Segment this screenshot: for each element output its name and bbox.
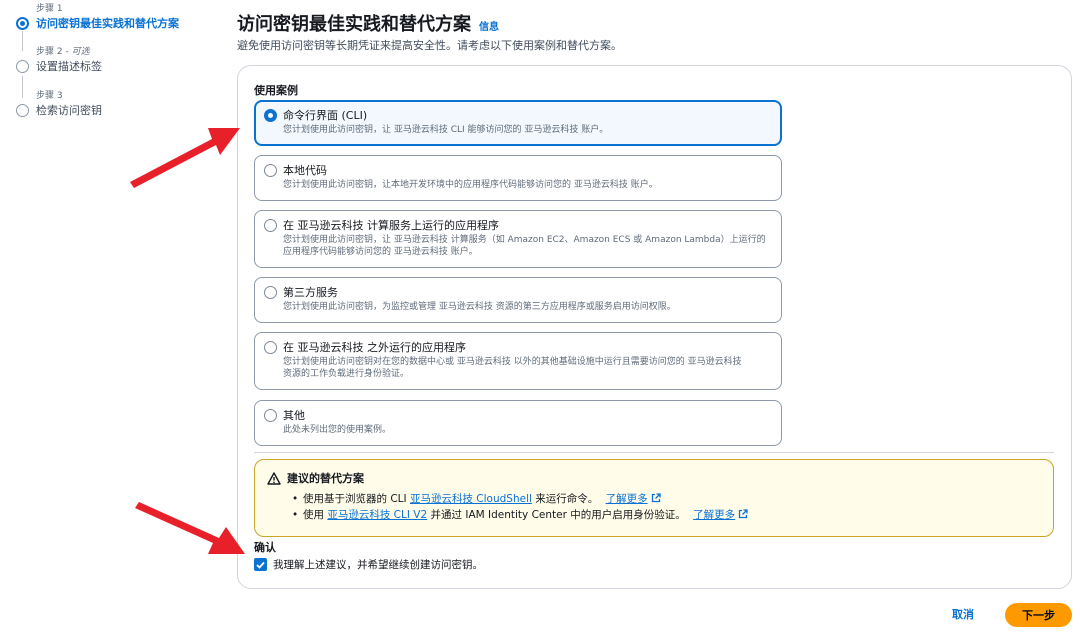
use-case-title: 在 亚马逊云科技 之外运行的应用程序 <box>283 341 466 354</box>
alert-text: 使用 <box>303 509 328 521</box>
use-case-aws-compute[interactable]: 在 亚马逊云科技 计算服务上运行的应用程序 您计划使用此访问密钥，让 亚马逊云科… <box>254 210 782 268</box>
use-case-desc: 您计划使用此访问密钥，为监控或管理 亚马逊云科技 资源的第三方应用程序或服务启用… <box>283 302 676 312</box>
page-title: 访问密钥最佳实践和替代方案 信息 <box>237 10 499 36</box>
radio-icon[interactable] <box>264 164 277 177</box>
confirm-checkbox[interactable] <box>254 558 267 571</box>
confirm-checkbox-row[interactable]: 我理解上述建议，并希望继续创建访问密钥。 <box>254 557 483 572</box>
use-case-title: 第三方服务 <box>283 286 338 299</box>
confirm-label: 确认 <box>254 541 276 554</box>
use-case-desc-line: 您计划使用此访问密钥，让 亚马逊云科技 计算服务（如 Amazon EC2、Am… <box>283 235 766 245</box>
cancel-button[interactable]: 取消 <box>952 606 974 622</box>
step-3[interactable]: 步骤 3 检索访问密钥 <box>16 90 102 118</box>
step-2-optional: 可选 <box>71 47 90 57</box>
use-case-desc: 此处未列出您的使用案例。 <box>283 425 392 435</box>
alert-text: 来运行命令。 <box>531 493 599 505</box>
alert-list: 使用基于浏览器的 CLI 亚马逊云科技 CloudShell 来运行命令。 了解… <box>292 491 1041 523</box>
step-pending-icon <box>16 59 29 73</box>
step-1-number: 步骤 1 <box>36 4 63 14</box>
external-link-icon <box>651 493 661 503</box>
checkmark-icon <box>256 561 265 569</box>
page-title-text: 访问密钥最佳实践和替代方案 <box>237 14 471 35</box>
learn-more-text: 了解更多 <box>605 493 648 505</box>
use-case-desc: 您计划使用此访问密钥，让 亚马逊云科技 CLI 能够访问您的 亚马逊云科技 账户… <box>283 125 609 135</box>
use-case-outside-aws[interactable]: 在 亚马逊云科技 之外运行的应用程序 您计划使用此访问密钥对在您的数据中心或 亚… <box>254 332 782 390</box>
learn-more-link[interactable]: 了解更多 <box>606 493 661 505</box>
radio-icon[interactable] <box>264 341 277 354</box>
wizard-steps: 步骤 1 访问密钥最佳实践和替代方案 步骤 2 - 可选 设置描述标签 步骤 3… <box>0 0 230 636</box>
alert-title: 建议的替代方案 <box>287 472 364 485</box>
learn-more-link[interactable]: 了解更多 <box>693 509 748 521</box>
use-case-desc: 您计划使用此访问密钥，让本地开发环境中的应用程序代码能够访问您的 亚马逊云科技 … <box>283 180 658 190</box>
step-1[interactable]: 步骤 1 访问密钥最佳实践和替代方案 <box>16 3 179 31</box>
use-case-local-code[interactable]: 本地代码 您计划使用此访问密钥，让本地开发环境中的应用程序代码能够访问您的 亚马… <box>254 155 782 201</box>
use-case-desc: 您计划使用此访问密钥对在您的数据中心或 亚马逊云科技 以外的其他基础设施中运行且… <box>283 356 771 380</box>
alert-text: 并通过 IAM Identity Center 中的用户启用身份验证。 <box>427 509 686 521</box>
radio-icon[interactable] <box>264 409 277 422</box>
next-button[interactable]: 下一步 <box>1005 603 1072 627</box>
step-2-number-text: 步骤 2 - <box>36 47 72 57</box>
radio-icon[interactable] <box>264 219 277 232</box>
external-link-icon <box>738 509 748 519</box>
use-case-title: 本地代码 <box>283 164 327 177</box>
use-case-desc-line: 资源的工作负载进行身份验证。 <box>283 369 410 379</box>
alert-text: 使用基于浏览器的 CLI <box>303 493 410 505</box>
alert-item: 使用 亚马逊云科技 CLI V2 并通过 IAM Identity Center… <box>292 507 1041 523</box>
use-case-other[interactable]: 其他 此处未列出您的使用案例。 <box>254 400 782 446</box>
step-1-title[interactable]: 访问密钥最佳实践和替代方案 <box>36 15 179 31</box>
step-3-title[interactable]: 检索访问密钥 <box>36 102 102 118</box>
info-link[interactable]: 信息 <box>479 18 499 33</box>
step-2-number: 步骤 2 - 可选 <box>36 46 102 58</box>
radio-selected-icon[interactable] <box>264 109 277 122</box>
cloudshell-link[interactable]: 亚马逊云科技 CloudShell <box>410 493 532 505</box>
page-description: 避免使用访问密钥等长期凭证来提高安全性。请考虑以下使用案例和替代方案。 <box>237 39 622 52</box>
step-3-number: 步骤 3 <box>36 91 63 101</box>
step-active-icon <box>16 16 29 30</box>
use-case-title: 命令行界面 (CLI) <box>283 109 368 122</box>
cli-v2-link[interactable]: 亚马逊云科技 CLI V2 <box>327 509 427 521</box>
use-case-desc-line: 您计划使用此访问密钥对在您的数据中心或 亚马逊云科技 以外的其他基础设施中运行且… <box>283 357 742 367</box>
alert-item: 使用基于浏览器的 CLI 亚马逊云科技 CloudShell 来运行命令。 了解… <box>292 491 1041 507</box>
confirm-checkbox-label: 我理解上述建议，并希望继续创建访问密钥。 <box>273 559 483 571</box>
use-case-desc-line: 应用程序代码能够访问您的 亚马逊云科技 账户。 <box>283 247 478 257</box>
radio-icon[interactable] <box>264 286 277 299</box>
use-case-third-party[interactable]: 第三方服务 您计划使用此访问密钥，为监控或管理 亚马逊云科技 资源的第三方应用程… <box>254 277 782 323</box>
use-case-desc: 您计划使用此访问密钥，让 亚马逊云科技 计算服务（如 Amazon EC2、Am… <box>283 234 771 258</box>
alternatives-alert: 建议的替代方案 使用基于浏览器的 CLI 亚马逊云科技 CloudShell 来… <box>254 459 1054 537</box>
step-pending-icon <box>16 103 29 117</box>
use-case-title: 在 亚马逊云科技 计算服务上运行的应用程序 <box>283 219 499 232</box>
step-2[interactable]: 步骤 2 - 可选 设置描述标签 <box>16 46 102 74</box>
use-case-cli[interactable]: 命令行界面 (CLI) 您计划使用此访问密钥，让 亚马逊云科技 CLI 能够访问… <box>254 100 782 146</box>
learn-more-text: 了解更多 <box>693 509 736 521</box>
step-2-title[interactable]: 设置描述标签 <box>36 58 102 74</box>
divider <box>254 452 1054 453</box>
use-case-title: 其他 <box>283 409 305 422</box>
warning-icon <box>267 472 281 485</box>
use-case-label: 使用案例 <box>254 84 298 97</box>
